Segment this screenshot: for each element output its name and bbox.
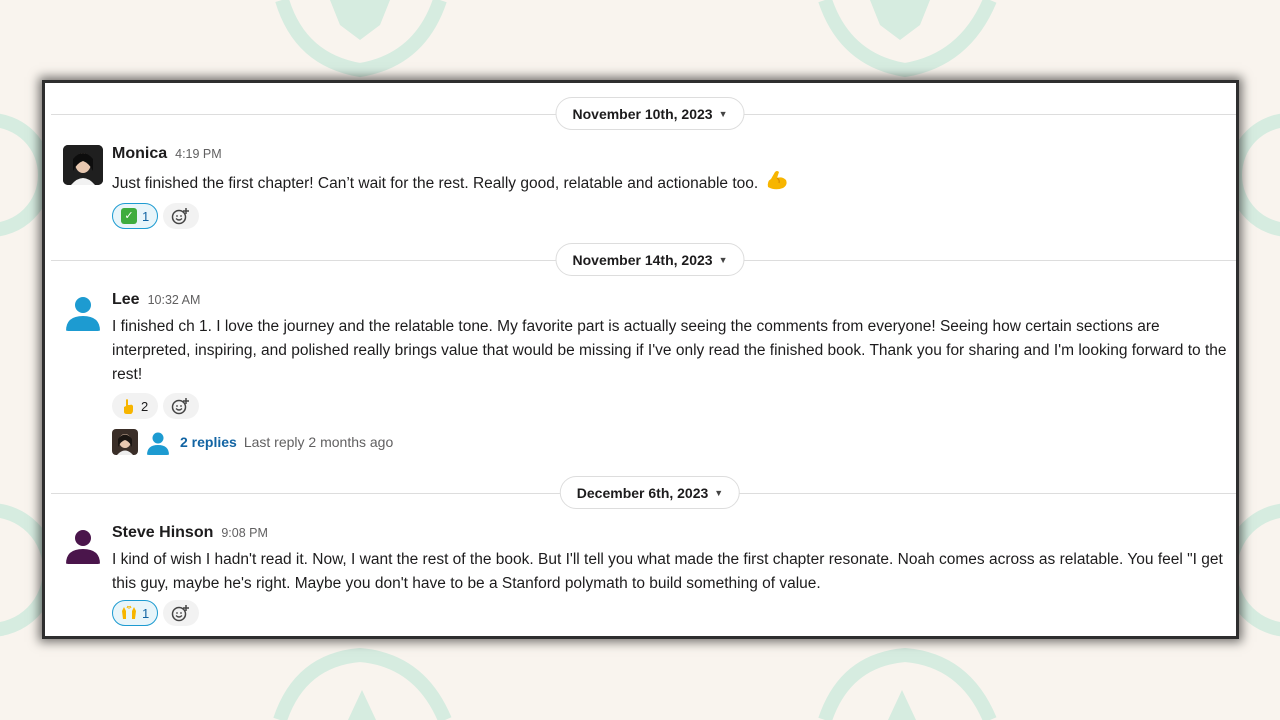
add-reaction-icon [171,208,190,225]
chevron-down-icon: ▼ [718,108,728,119]
message-text: I kind of wish I hadn't read it. Now, I … [112,551,1223,592]
thread-summary[interactable]: 2 replies Last reply 2 months ago [112,429,1228,455]
timestamp[interactable]: 4:19 PM [175,147,222,161]
message-text: I finished ch 1. I love the journey and … [112,318,1227,383]
reaction-check[interactable]: ✓ 1 [112,203,159,229]
thread-replies-link[interactable]: 2 replies [180,434,237,450]
flexed-biceps-emoji [765,169,789,199]
raising-hands-icon [121,605,137,621]
chevron-down-icon: ▼ [714,487,724,498]
date-label: November 10th, 2023 [572,105,713,122]
reaction-raising-hands[interactable]: 1 [112,600,159,626]
timestamp[interactable]: 9:08 PM [221,526,268,540]
reaction-count: 2 [141,398,149,414]
add-reaction-icon [171,605,190,622]
add-reaction-icon [171,398,189,415]
date-label: December 6th, 2023 [576,484,709,501]
date-divider-button[interactable]: November 14th, 2023 ▼ [555,243,745,276]
date-divider-button[interactable]: December 6th, 2023 ▼ [559,476,741,509]
message-text-content: Just finished the first chapter! Can’t w… [112,175,759,193]
thread-last-reply: Last reply 2 months ago [243,434,394,450]
thread-avatar-lee [145,429,171,455]
timestamp[interactable]: 10:32 AM [148,293,201,307]
date-divider-button[interactable]: November 10th, 2023 ▼ [555,97,745,130]
reaction-point[interactable]: 2 [112,393,158,419]
message-text: Just finished the first chapter! Can’t w… [112,169,1228,199]
add-reaction-button[interactable] [163,600,200,626]
reaction-count: 1 [142,208,150,224]
message-panel: November 10th, 2023 ▼ Monica 4:19 PM Jus… [42,80,1239,639]
author-name[interactable]: Lee [112,291,140,309]
white-check-mark-icon: ✓ [121,208,137,224]
avatar-steve[interactable] [63,524,103,564]
thread-avatar-monica [112,429,138,455]
pointing-hand-icon [120,398,136,414]
avatar-monica[interactable] [63,145,103,185]
add-reaction-button[interactable] [163,203,200,229]
author-name[interactable]: Steve Hinson [112,524,213,542]
add-reaction-button[interactable] [163,393,199,419]
chevron-down-icon: ▼ [718,254,728,265]
avatar-lee[interactable] [63,291,103,331]
reaction-count: 1 [142,605,150,621]
date-label: November 14th, 2023 [572,251,713,268]
author-name[interactable]: Monica [112,145,167,163]
